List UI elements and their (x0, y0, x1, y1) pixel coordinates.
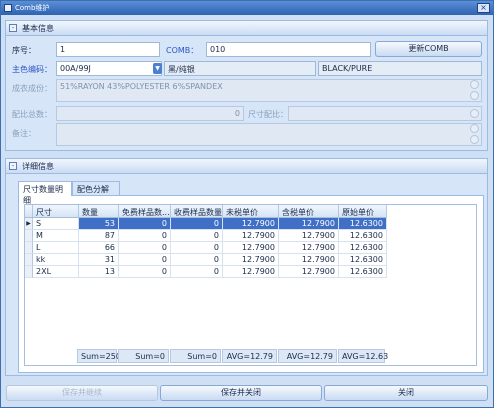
cell-original-price[interactable]: 12.6300 (339, 218, 387, 230)
size-quantity-grid: 尺寸 数量 免费样品数... 收费样品数量 未税单价 含税单价 原始单价 ▶ S 5… (24, 204, 477, 366)
seq-field[interactable]: 1 (56, 42, 160, 57)
save-continue-button[interactable]: 保存并继续 (6, 385, 158, 401)
basic-info-title: 基本信息 (22, 24, 54, 33)
cell-untaxed-price[interactable]: 12.7900 (223, 230, 279, 242)
row-indicator[interactable]: ▶ (25, 218, 33, 230)
cell-qty[interactable]: 66 (79, 242, 119, 254)
cell-untaxed-price[interactable]: 12.7900 (223, 242, 279, 254)
cell-original-price[interactable]: 12.6300 (339, 254, 387, 266)
sum-paid-samples: Sum=0 (170, 349, 221, 363)
cell-free-samples[interactable]: 0 (119, 218, 171, 230)
cell-paid-samples[interactable]: 0 (171, 266, 223, 278)
cell-original-price[interactable]: 12.6300 (339, 230, 387, 242)
update-comb-button[interactable]: 更新COMB (375, 41, 482, 57)
cell-qty[interactable]: 13 (79, 266, 119, 278)
seq-label: 序号： (12, 46, 36, 55)
cell-size[interactable]: kk (33, 254, 79, 266)
scroll-down-button[interactable] (470, 91, 479, 100)
sum-qty: Sum=250 (77, 349, 121, 363)
cell-untaxed-price[interactable]: 12.7900 (223, 254, 279, 266)
color-name-cn: 黑/纯银 (164, 61, 316, 76)
save-close-button[interactable]: 保存并关闭 (160, 385, 322, 401)
cell-original-price[interactable]: 12.6300 (339, 266, 387, 278)
sum-free-samples: Sum=0 (118, 349, 169, 363)
scroll-up-button[interactable] (470, 80, 479, 89)
col-untaxed-price[interactable]: 未税单价 (223, 205, 279, 218)
cell-taxed-price[interactable]: 12.7900 (279, 230, 339, 242)
cell-original-price[interactable]: 12.6300 (339, 242, 387, 254)
cell-qty[interactable]: 53 (79, 218, 119, 230)
avg-untaxed-price: AVG=12.79 (222, 349, 277, 363)
col-free-samples[interactable]: 免费样品数... (119, 205, 171, 218)
comb-label: COMB： (166, 46, 199, 55)
cell-free-samples[interactable]: 0 (119, 242, 171, 254)
size-ratio-field[interactable] (288, 106, 482, 121)
close-window-button[interactable]: × (477, 3, 490, 13)
row-indicator[interactable] (25, 266, 33, 278)
remark-scroll-up[interactable] (470, 124, 479, 133)
composition-field[interactable]: 51%RAYON 43%POLYESTER 6%SPANDEX (56, 79, 482, 102)
col-size[interactable]: 尺寸 (33, 205, 79, 218)
cell-untaxed-price[interactable]: 12.7900 (223, 218, 279, 230)
cell-taxed-price[interactable]: 12.7900 (279, 266, 339, 278)
remark-label: 备注： (12, 129, 36, 138)
cell-taxed-price[interactable]: 12.7900 (279, 254, 339, 266)
row-indicator[interactable] (25, 242, 33, 254)
cell-size[interactable]: L (33, 242, 79, 254)
collapse-icon[interactable]: - (9, 24, 17, 32)
color-code-label: 主色编码： (12, 65, 52, 74)
ratio-total-field[interactable]: 0 (56, 106, 244, 121)
avg-taxed-price: AVG=12.79 (278, 349, 337, 363)
grid-corner (25, 205, 33, 218)
collapse-icon[interactable]: - (9, 162, 17, 170)
cell-untaxed-price[interactable]: 12.7900 (223, 266, 279, 278)
detail-info-title: 详细信息 (22, 162, 54, 171)
col-paid-samples[interactable]: 收费样品数量 (171, 205, 223, 218)
tab-size-qty[interactable]: 尺寸数量明细 (18, 181, 72, 205)
cell-free-samples[interactable]: 0 (119, 254, 171, 266)
detail-info-header[interactable]: - 详细信息 (6, 159, 487, 174)
cell-qty[interactable]: 87 (79, 230, 119, 242)
cell-size[interactable]: M (33, 230, 79, 242)
size-ratio-label: 尺寸配比： (248, 110, 288, 119)
cell-qty[interactable]: 31 (79, 254, 119, 266)
chevron-down-icon[interactable]: ▼ (153, 63, 162, 74)
tab-color-breakdown[interactable]: 配色分解 (72, 181, 120, 196)
basic-info-header[interactable]: - 基本信息 (6, 21, 487, 36)
title-bar[interactable]: Comb维护 × (1, 1, 493, 15)
cell-paid-samples[interactable]: 0 (171, 254, 223, 266)
avg-original-price: AVG=12.63 (338, 349, 388, 363)
window-title: Comb维护 (15, 4, 50, 12)
cell-taxed-price[interactable]: 12.7900 (279, 242, 339, 254)
composition-label: 成衣成份： (12, 84, 52, 93)
cell-paid-samples[interactable]: 0 (171, 230, 223, 242)
size-ratio-check-icon[interactable] (470, 109, 479, 118)
remark-field[interactable] (56, 123, 482, 146)
color-code-select[interactable]: 00A/99J (56, 61, 162, 76)
color-name-en: BLACK/PURE (318, 61, 482, 76)
cell-free-samples[interactable]: 0 (119, 266, 171, 278)
ratio-total-label: 配比总数： (12, 110, 52, 119)
cell-paid-samples[interactable]: 0 (171, 242, 223, 254)
row-indicator[interactable] (25, 254, 33, 266)
col-qty[interactable]: 数量 (79, 205, 119, 218)
cell-free-samples[interactable]: 0 (119, 230, 171, 242)
cell-size[interactable]: 2XL (33, 266, 79, 278)
col-taxed-price[interactable]: 含税单价 (279, 205, 339, 218)
cell-taxed-price[interactable]: 12.7900 (279, 218, 339, 230)
app-icon (4, 4, 12, 12)
col-original-price[interactable]: 原始单价 (339, 205, 387, 218)
comb-field[interactable]: 010 (206, 42, 371, 57)
remark-scroll-down[interactable] (470, 135, 479, 144)
close-button[interactable]: 关闭 (324, 385, 488, 401)
cell-size[interactable]: S (33, 218, 79, 230)
cell-paid-samples[interactable]: 0 (171, 218, 223, 230)
row-indicator[interactable] (25, 230, 33, 242)
